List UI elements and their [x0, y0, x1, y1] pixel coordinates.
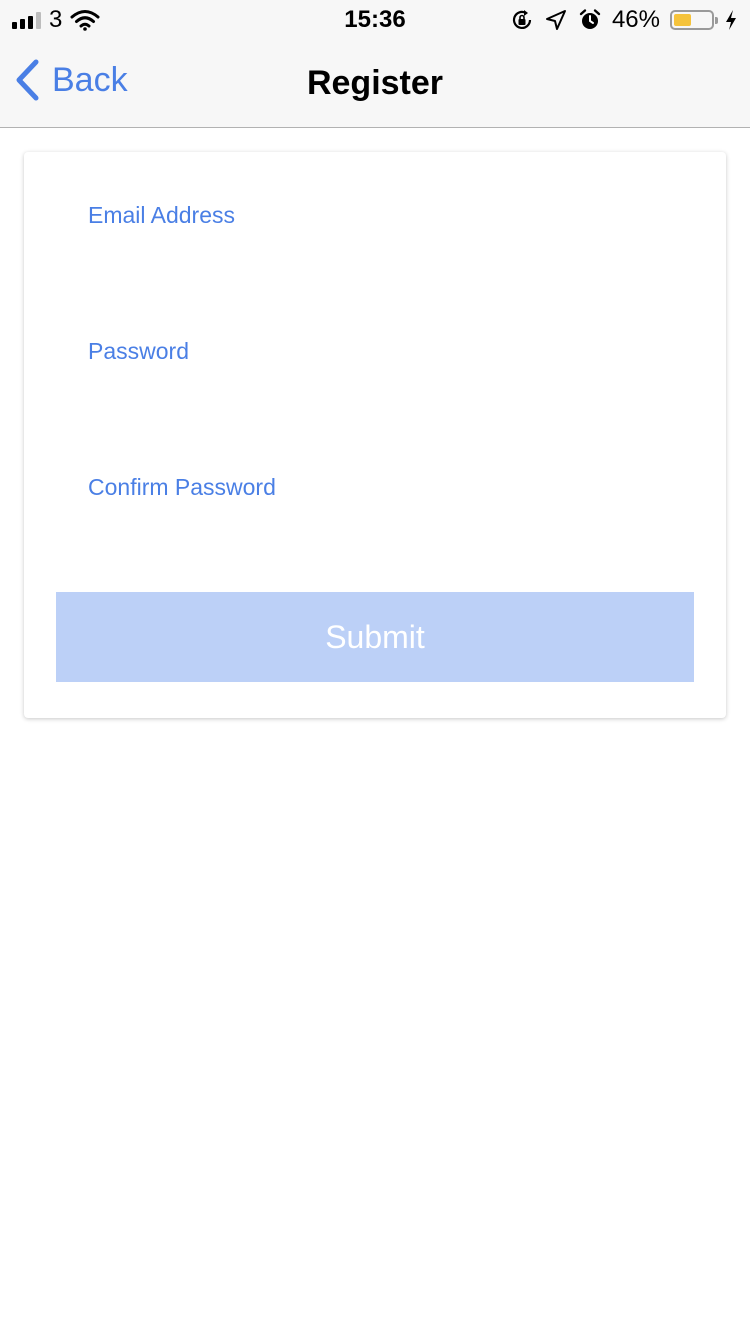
confirm-password-field-group: Confirm Password	[88, 472, 694, 558]
email-label: Email Address	[88, 202, 236, 228]
battery-icon	[670, 10, 718, 30]
battery-nub	[715, 17, 718, 24]
alarm-icon	[579, 9, 601, 29]
battery-percentage: 46%	[611, 6, 660, 33]
page-title: Register	[306, 64, 444, 102]
rotation-lock-icon	[512, 10, 532, 29]
password-field[interactable]	[88, 372, 694, 422]
password-label: Password	[88, 338, 189, 364]
password-field-group: Password	[88, 336, 694, 422]
status-bar: 3 15:36 46%	[0, 0, 750, 40]
navigation-bar: Back Register	[0, 40, 750, 128]
confirm-password-label: Confirm Password	[88, 474, 276, 500]
status-bar-right: 46%	[510, 6, 738, 34]
charging-bolt-icon	[726, 10, 736, 30]
register-form-card: Email Address Password Confirm Password …	[24, 152, 726, 718]
confirm-password-field[interactable]	[88, 508, 694, 558]
email-field-group: Email Address	[88, 200, 694, 286]
submit-button[interactable]: Submit	[56, 592, 694, 682]
battery-fill	[674, 14, 691, 26]
email-field[interactable]	[88, 236, 694, 286]
location-arrow-icon	[545, 10, 566, 30]
